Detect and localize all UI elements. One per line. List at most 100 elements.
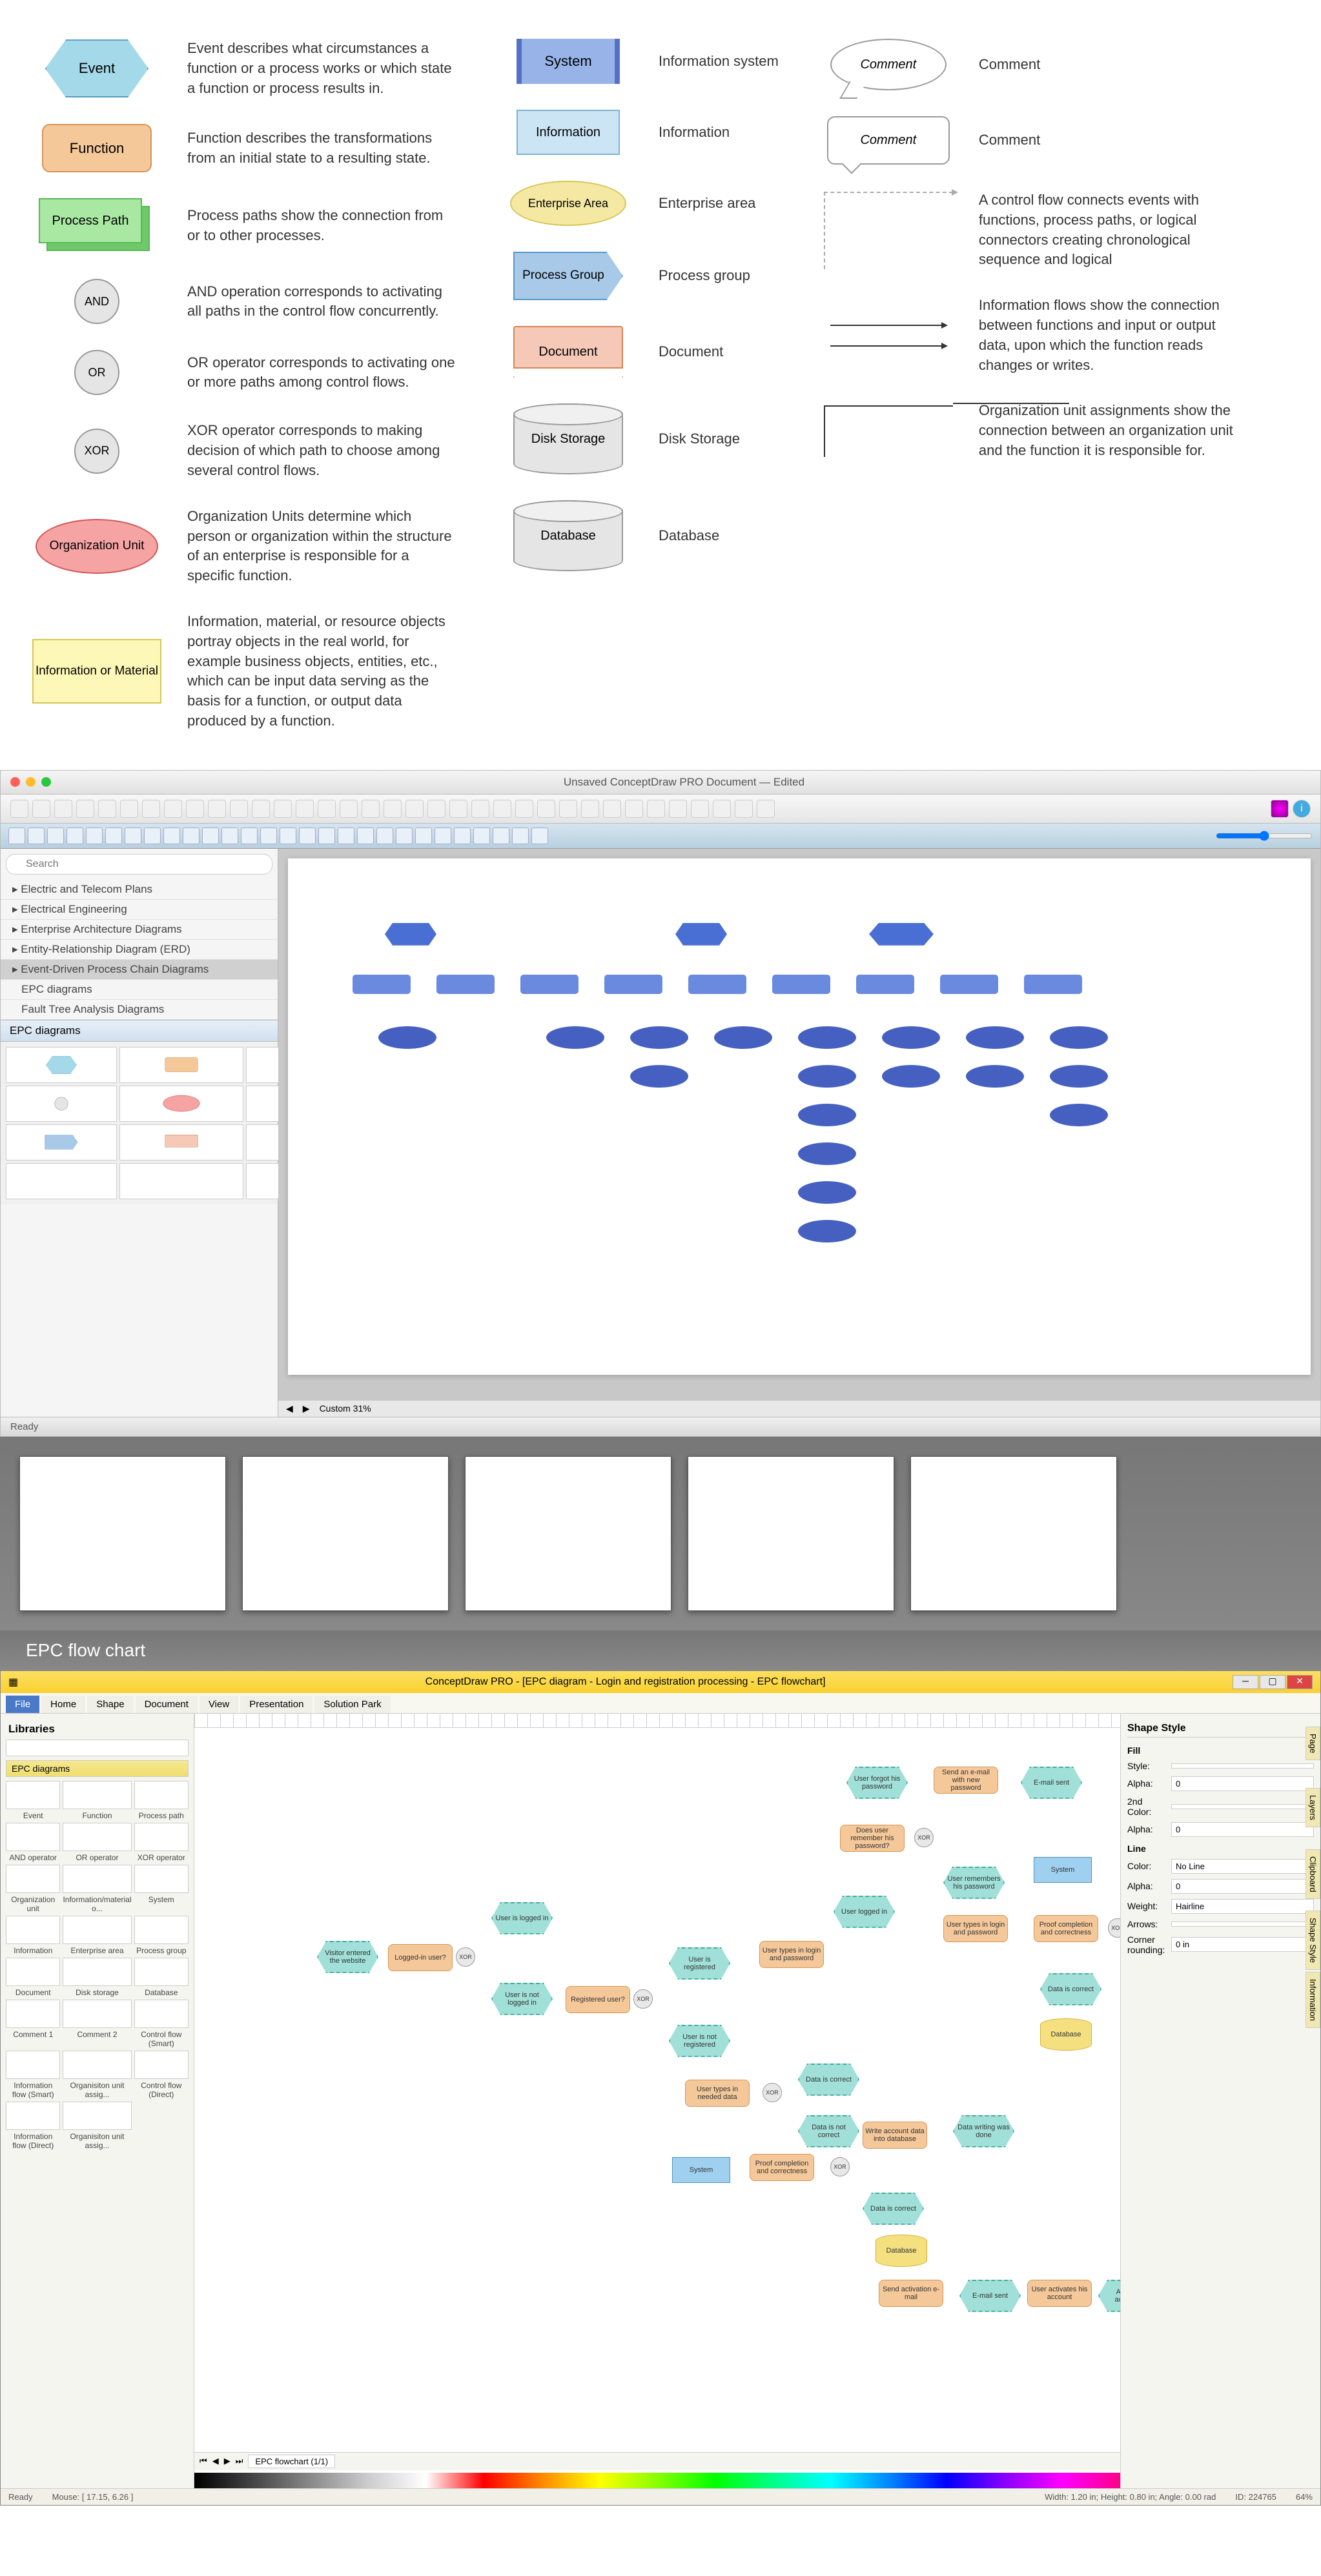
- canvas[interactable]: Visitor entered the website Logged-in use…: [194, 1714, 1120, 2488]
- flow-node[interactable]: [798, 1142, 856, 1165]
- tool-button[interactable]: [376, 827, 393, 844]
- tree-item[interactable]: EPC diagrams: [1, 980, 278, 1000]
- epc-event-node[interactable]: User remembers his password: [943, 1867, 1005, 1899]
- epc-xor-node[interactable]: XOR: [830, 2157, 850, 2176]
- flow-node[interactable]: [604, 975, 662, 994]
- epc-event-node[interactable]: E-mail sent: [1021, 1767, 1082, 1799]
- epc-func-node[interactable]: User activates his account: [1027, 2280, 1092, 2307]
- library-shape[interactable]: Event: [6, 1781, 60, 1820]
- epc-sys-node[interactable]: System: [672, 2157, 730, 2183]
- gallery-thumbnail[interactable]: [242, 1456, 449, 1611]
- library-shape[interactable]: Organization unit: [6, 1865, 60, 1913]
- tool-button[interactable]: [280, 827, 296, 844]
- library-shape[interactable]: Information: [6, 1916, 60, 1955]
- flow-node[interactable]: [798, 1065, 856, 1088]
- toolbar-button[interactable]: [208, 800, 226, 818]
- epc-xor-node[interactable]: XOR: [763, 2083, 782, 2102]
- library-shape[interactable]: Information flow (Smart): [6, 2051, 60, 2099]
- property-field[interactable]: [1171, 1804, 1314, 1809]
- ribbon-tab[interactable]: Presentation: [240, 1696, 312, 1713]
- property-field[interactable]: 0: [1171, 1822, 1314, 1837]
- flow-node[interactable]: [630, 1026, 688, 1049]
- flow-node[interactable]: [1050, 1104, 1108, 1126]
- gallery-thumbnail[interactable]: [688, 1456, 894, 1611]
- palette-shape[interactable]: [119, 1086, 243, 1122]
- tool-button[interactable]: [105, 827, 122, 844]
- flow-node[interactable]: [882, 1026, 940, 1049]
- toolbar-button[interactable]: [427, 800, 445, 818]
- epc-func-node[interactable]: Does user remember his password?: [840, 1825, 905, 1852]
- palette-shape[interactable]: [119, 1047, 243, 1083]
- epc-event-node[interactable]: Visitor entered the website: [317, 1941, 378, 1973]
- toolbar-button[interactable]: [449, 800, 467, 818]
- flow-node[interactable]: [520, 975, 579, 994]
- tree-item[interactable]: ▸ Electrical Engineering: [1, 900, 278, 920]
- flow-node[interactable]: [882, 1065, 940, 1088]
- epc-db-node[interactable]: Database: [1040, 2018, 1092, 2051]
- side-tab[interactable]: Clipboard: [1306, 1849, 1320, 1900]
- flow-node[interactable]: [1050, 1026, 1108, 1049]
- epc-xor-node[interactable]: XOR: [914, 1828, 934, 1847]
- library-shape[interactable]: Function: [63, 1781, 131, 1820]
- toolbar-button[interactable]: [76, 800, 94, 818]
- epc-func-node[interactable]: Send an e-mail with new password: [934, 1767, 998, 1794]
- property-field[interactable]: 0: [1171, 1879, 1314, 1894]
- library-search[interactable]: [6, 1739, 189, 1756]
- tool-button[interactable]: [28, 827, 45, 844]
- epc-xor-node[interactable]: XOR: [633, 1989, 653, 2009]
- minimize-button[interactable]: [26, 777, 36, 787]
- tool-button[interactable]: [125, 827, 141, 844]
- epc-func-node[interactable]: Write account data into database: [863, 2122, 927, 2149]
- library-shape[interactable]: Information/material o...: [63, 1865, 131, 1913]
- library-shape[interactable]: Control flow (Smart): [134, 2000, 189, 2048]
- toolbar-button[interactable]: [384, 800, 402, 818]
- flow-node[interactable]: [1024, 975, 1082, 994]
- nav-last-icon[interactable]: ⏭: [236, 2456, 243, 2466]
- flow-node[interactable]: [966, 1065, 1024, 1088]
- epc-event-node[interactable]: User forgot his password: [846, 1767, 908, 1799]
- tool-button[interactable]: [163, 827, 180, 844]
- property-field[interactable]: [1171, 1763, 1314, 1769]
- page-tab[interactable]: EPC flowchart (1/1): [248, 2455, 335, 2468]
- toolbar-button[interactable]: [559, 800, 577, 818]
- side-tab[interactable]: Information: [1306, 1972, 1320, 2028]
- toolbar-button[interactable]: [362, 800, 380, 818]
- close-button[interactable]: [10, 777, 20, 787]
- toolbar-button[interactable]: [757, 800, 775, 818]
- property-field[interactable]: 0: [1171, 1776, 1314, 1791]
- toolbar-button[interactable]: [98, 800, 116, 818]
- library-shape[interactable]: Comment 2: [63, 2000, 131, 2048]
- tool-button[interactable]: [299, 827, 316, 844]
- epc-func-node[interactable]: Logged-in user?: [388, 1944, 453, 1971]
- library-shape[interactable]: Organisiton unit assig...: [63, 2102, 131, 2150]
- toolbar-button[interactable]: [581, 800, 599, 818]
- zoom-button[interactable]: [41, 777, 51, 787]
- toolbar-button[interactable]: [32, 800, 50, 818]
- flow-node[interactable]: [940, 975, 998, 994]
- zoom-slider[interactable]: [1216, 827, 1313, 844]
- ribbon-tab[interactable]: Solution Park: [314, 1696, 390, 1713]
- ribbon-tab[interactable]: Home: [41, 1696, 85, 1713]
- toolbar-button[interactable]: [340, 800, 358, 818]
- epc-event-node[interactable]: Data is correct: [798, 2064, 859, 2096]
- tool-button[interactable]: [512, 827, 529, 844]
- library-shape[interactable]: AND operator: [6, 1823, 60, 1862]
- gallery-thumbnail[interactable]: [19, 1456, 226, 1611]
- flow-node[interactable]: [353, 975, 411, 994]
- toolbar-button[interactable]: [120, 800, 138, 818]
- library-shape[interactable]: Information flow (Direct): [6, 2102, 60, 2150]
- ribbon-tab[interactable]: Document: [136, 1696, 198, 1713]
- epc-db-node[interactable]: Database: [876, 2235, 927, 2267]
- epc-event-node[interactable]: Data is correct: [863, 2193, 924, 2225]
- toolbar-button[interactable]: [164, 800, 182, 818]
- tree-item[interactable]: Fault Tree Analysis Diagrams: [1, 1000, 278, 1020]
- epc-event-node[interactable]: Data is correct: [1040, 1973, 1101, 2005]
- library-shape[interactable]: XOR operator: [134, 1823, 189, 1862]
- tool-button[interactable]: [260, 827, 277, 844]
- tree-item[interactable]: ▸ Enterprise Architecture Diagrams: [1, 920, 278, 940]
- toolbar-button[interactable]: [296, 800, 314, 818]
- flow-node[interactable]: [688, 975, 746, 994]
- epc-func-node[interactable]: Registered user?: [566, 1986, 630, 2013]
- flow-node[interactable]: [798, 1181, 856, 1204]
- tool-button[interactable]: [357, 827, 374, 844]
